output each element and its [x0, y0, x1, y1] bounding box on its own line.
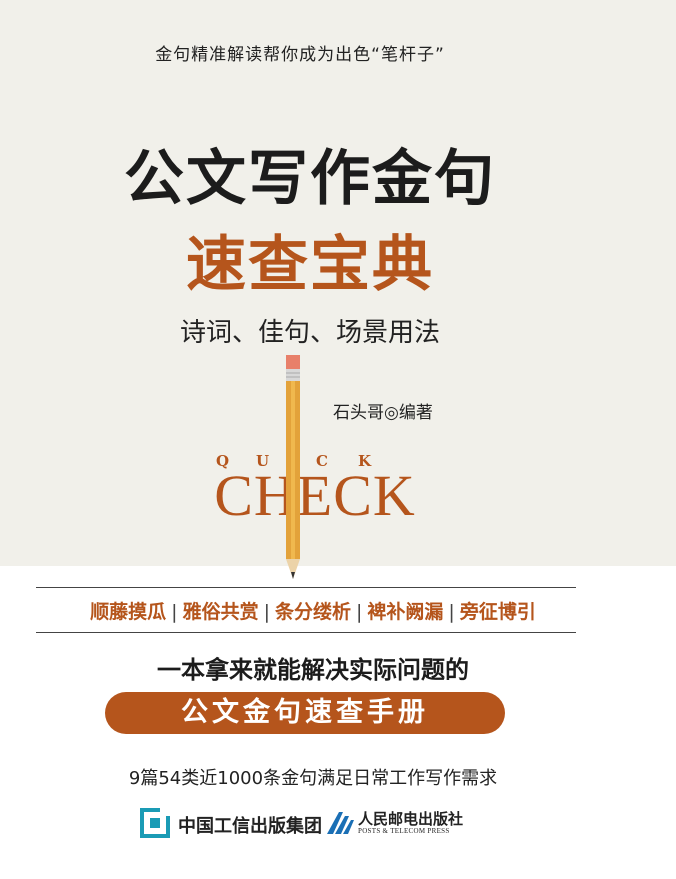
highlight-banner: 公文金句速查手册 — [105, 692, 505, 734]
tagline: 金句精准解读帮你成为出色“笔杆子” — [155, 45, 445, 65]
miit-group-logo-icon — [140, 808, 172, 842]
description: 9篇54类近1000条金句满足日常工作写作需求 — [128, 768, 498, 789]
feature-item: 裨补阙漏 — [367, 601, 444, 623]
author: 石头哥◎编著 — [333, 403, 433, 423]
publisher-group-name: 中国工信出版集团 — [178, 816, 322, 837]
press-name-en: POSTS & TELECOM PRESS — [358, 827, 450, 835]
feature-item: 条分缕析 — [274, 601, 351, 623]
divider-top — [36, 587, 576, 588]
feature-item: 顺藤摸瓜 — [90, 601, 167, 623]
title-line-2: 速查宝典 — [186, 230, 434, 300]
feature-separator: | — [356, 601, 363, 623]
subtitle: 诗词、佳句、场景用法 — [179, 318, 440, 348]
divider-bottom — [36, 632, 576, 633]
title-line-1: 公文写作金句 — [124, 144, 496, 214]
slogan: 一本拿来就能解决实际问题的 — [157, 656, 469, 684]
feature-item: 雅俗共赏 — [182, 601, 259, 623]
press-name: 人民邮电出版社 — [358, 810, 464, 828]
feature-separator: | — [171, 601, 178, 623]
feature-separator: | — [263, 601, 270, 623]
feature-list: 顺藤摸瓜 | 雅俗共赏 | 条分缕析 | 裨补阙漏 | 旁征博引 — [28, 597, 598, 624]
ptpress-logo-icon — [325, 808, 355, 842]
feature-item: 旁征博引 — [459, 601, 536, 623]
pencil-icon — [276, 355, 310, 591]
feature-separator: | — [448, 601, 455, 623]
check-word: CHECK — [214, 463, 416, 528]
